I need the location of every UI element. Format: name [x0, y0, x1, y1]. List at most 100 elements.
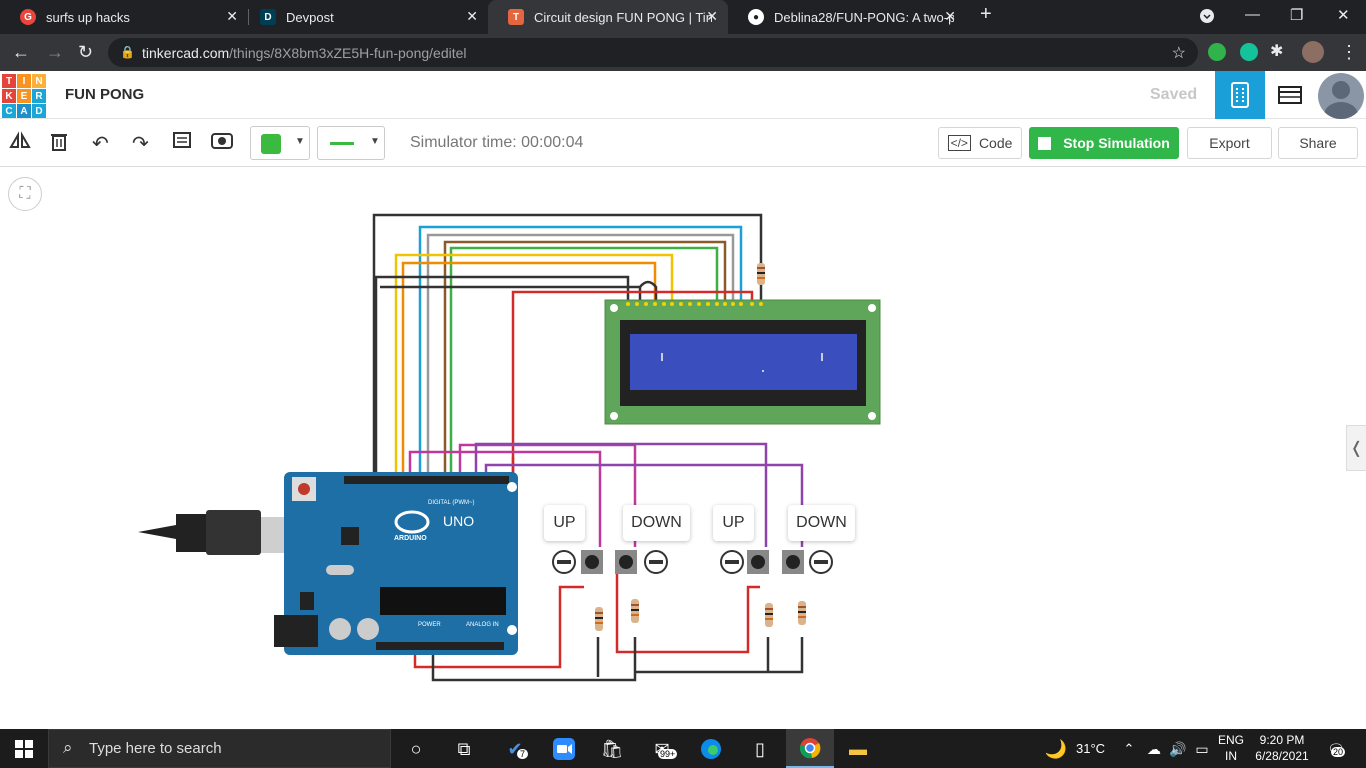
close-icon[interactable]: ✕ — [226, 8, 238, 25]
logo-letter: A — [17, 104, 31, 118]
logo-letter: T — [2, 74, 16, 88]
button-label-up-2: UP — [713, 505, 754, 541]
stop-simulation-label: Stop Simulation — [1063, 135, 1170, 151]
weather-temperature[interactable]: 31°C — [1076, 741, 1105, 756]
analog-label-text: ANALOG IN — [466, 622, 499, 628]
component-list-button[interactable] — [1265, 71, 1315, 119]
forward-icon[interactable]: → — [46, 42, 64, 63]
taskbar-search-input[interactable]: ⌕ Type here to search — [48, 729, 391, 768]
notifications-icon[interactable]: 🗨 20 — [1324, 737, 1348, 761]
volume-icon[interactable]: 🔊 — [1166, 737, 1190, 761]
stop-icon — [1038, 136, 1052, 150]
mail-icon[interactable]: ✉ 99+ — [650, 737, 678, 761]
clock-time[interactable]: 9:20 PM — [1250, 733, 1314, 747]
export-button[interactable]: Export — [1187, 127, 1272, 159]
tab-github[interactable]: ● Deblina28/FUN-PONG: A two-pla ✕ — [728, 0, 966, 34]
wire-type-dropdown[interactable]: ▼ — [317, 126, 385, 160]
logo-letter: I — [17, 74, 31, 88]
file-explorer-icon[interactable]: ▬ — [846, 737, 870, 761]
grammarly-extension-icon[interactable] — [1240, 43, 1258, 61]
bookmark-star-icon[interactable]: ☆ — [1172, 43, 1186, 63]
close-icon[interactable]: ✕ — [706, 8, 718, 25]
search-icon: ⌕ — [63, 738, 73, 757]
stop-simulation-button[interactable]: Stop Simulation — [1029, 127, 1179, 159]
devpost-hack-favicon-icon: G — [20, 9, 36, 25]
wire-line-icon — [330, 142, 354, 145]
devpost-favicon-icon: D — [260, 9, 276, 25]
color-swatch — [261, 134, 281, 154]
url-input[interactable]: 🔒 tinkercad.com/things/8X8bm3xZE5H-fun-p… — [108, 38, 1198, 67]
show-hidden-icons-icon[interactable]: ⌃ — [1117, 737, 1141, 761]
share-button[interactable]: Share — [1278, 127, 1358, 159]
logo-letter: E — [17, 89, 31, 103]
avatar[interactable] — [1318, 73, 1364, 119]
zoom-app-icon[interactable] — [552, 737, 576, 761]
code-button-label: Code — [978, 135, 1013, 151]
clock-date[interactable]: 6/28/2021 — [1250, 749, 1314, 763]
tab-title: Circuit design FUN PONG | Tinker — [534, 9, 712, 25]
profile-avatar-icon[interactable] — [1302, 41, 1324, 63]
color-dropdown[interactable]: ▼ — [250, 126, 310, 160]
notes-app-icon[interactable]: ▯ — [748, 737, 772, 761]
onedrive-icon[interactable]: ☁ — [1142, 737, 1166, 761]
todo-app-icon[interactable]: ✔ 7 — [503, 737, 529, 761]
redo-icon[interactable]: ↷ — [132, 131, 149, 156]
evernote-extension-icon[interactable] — [1208, 43, 1226, 61]
chevron-down-icon: ▼ — [370, 136, 380, 147]
region-indicator[interactable]: IN — [1218, 749, 1244, 763]
close-icon[interactable]: ✕ — [944, 8, 956, 25]
tinkercad-logo[interactable]: T I N K E R C A D — [2, 74, 46, 118]
lock-icon: 🔒 — [120, 45, 135, 59]
github-icon: ● — [748, 9, 764, 25]
reload-icon[interactable]: ↻ — [78, 42, 93, 63]
notes-icon[interactable] — [172, 131, 192, 157]
new-tab-button[interactable]: + — [980, 3, 992, 26]
tab-devpost[interactable]: D Devpost ✕ — [240, 0, 488, 34]
minimize-icon[interactable]: — — [1245, 6, 1260, 23]
visibility-icon[interactable] — [211, 131, 233, 157]
arduino-model-text: UNO — [443, 513, 474, 529]
close-icon[interactable]: ✕ — [466, 8, 478, 25]
maximize-icon[interactable]: ❐ — [1290, 6, 1303, 24]
logo-letter: N — [32, 74, 46, 88]
back-icon[interactable]: ← — [12, 42, 30, 63]
button-label-down-1: DOWN — [623, 505, 690, 541]
chevron-down-icon: ▼ — [295, 136, 305, 147]
project-title[interactable]: FUN PONG — [65, 86, 144, 103]
tab-tinkercad[interactable]: T Circuit design FUN PONG | Tinker ✕ — [488, 0, 728, 34]
mail-badge: 99+ — [658, 749, 678, 759]
code-button[interactable]: </> Code — [938, 127, 1022, 159]
weather-icon[interactable]: 🌙 — [1044, 737, 1068, 761]
address-bar-row: ← → ↻ 🔒 tinkercad.com/things/8X8bm3xZE5H… — [0, 34, 1366, 71]
circuit-canvas[interactable]: ⛶ ❬ UNO ARDUINO DIGITAL (PWM~) POWER ANA… — [0, 167, 1366, 729]
undo-icon[interactable]: ↶ — [92, 131, 109, 156]
windows-start-icon[interactable] — [12, 737, 36, 761]
battery-icon[interactable]: ▭ — [1190, 737, 1214, 761]
tab-surfs-up-hacks[interactable]: G surfs up hacks ✕ — [0, 0, 248, 34]
breadboard-icon — [1231, 82, 1249, 108]
extensions-puzzle-icon[interactable]: ✱ — [1270, 41, 1283, 61]
tab-title: surfs up hacks — [46, 9, 130, 25]
circuit-drawing: UNO ARDUINO DIGITAL (PWM~) POWER ANALOG … — [138, 213, 881, 682]
editor-toolbar: ↶ ↷ ▼ ▼ Simulator time: 00:00:04 </> Cod… — [0, 119, 1366, 167]
rotate-icon[interactable] — [8, 131, 32, 157]
delete-icon[interactable] — [50, 131, 68, 157]
circuit-view-button[interactable] — [1215, 71, 1265, 119]
logo-letter: R — [32, 89, 46, 103]
arduino-brand-text: ARDUINO — [394, 535, 427, 542]
tab-search-icon[interactable] — [1200, 9, 1214, 27]
chrome-taskbar-active[interactable] — [786, 729, 834, 768]
todo-badge: 7 — [517, 749, 529, 759]
power-label-text: POWER — [418, 622, 441, 628]
button-label-down-2: DOWN — [788, 505, 855, 541]
search-placeholder: Type here to search — [89, 740, 222, 757]
windows-taskbar: ⌕ Type here to search ○ ⧉ ✔ 7 🛍 ✉ 99+ ▯ … — [0, 729, 1366, 768]
close-window-icon[interactable]: ✕ — [1337, 6, 1350, 24]
task-view-icon[interactable]: ⧉ — [452, 737, 476, 761]
language-indicator[interactable]: ENG — [1218, 733, 1244, 747]
notifications-badge: 20 — [1331, 747, 1346, 757]
chrome-menu-icon[interactable]: ⋮ — [1340, 42, 1358, 63]
store-icon[interactable]: 🛍 — [600, 737, 624, 761]
cortana-icon[interactable]: ○ — [404, 737, 428, 761]
edge-icon[interactable] — [699, 737, 723, 761]
